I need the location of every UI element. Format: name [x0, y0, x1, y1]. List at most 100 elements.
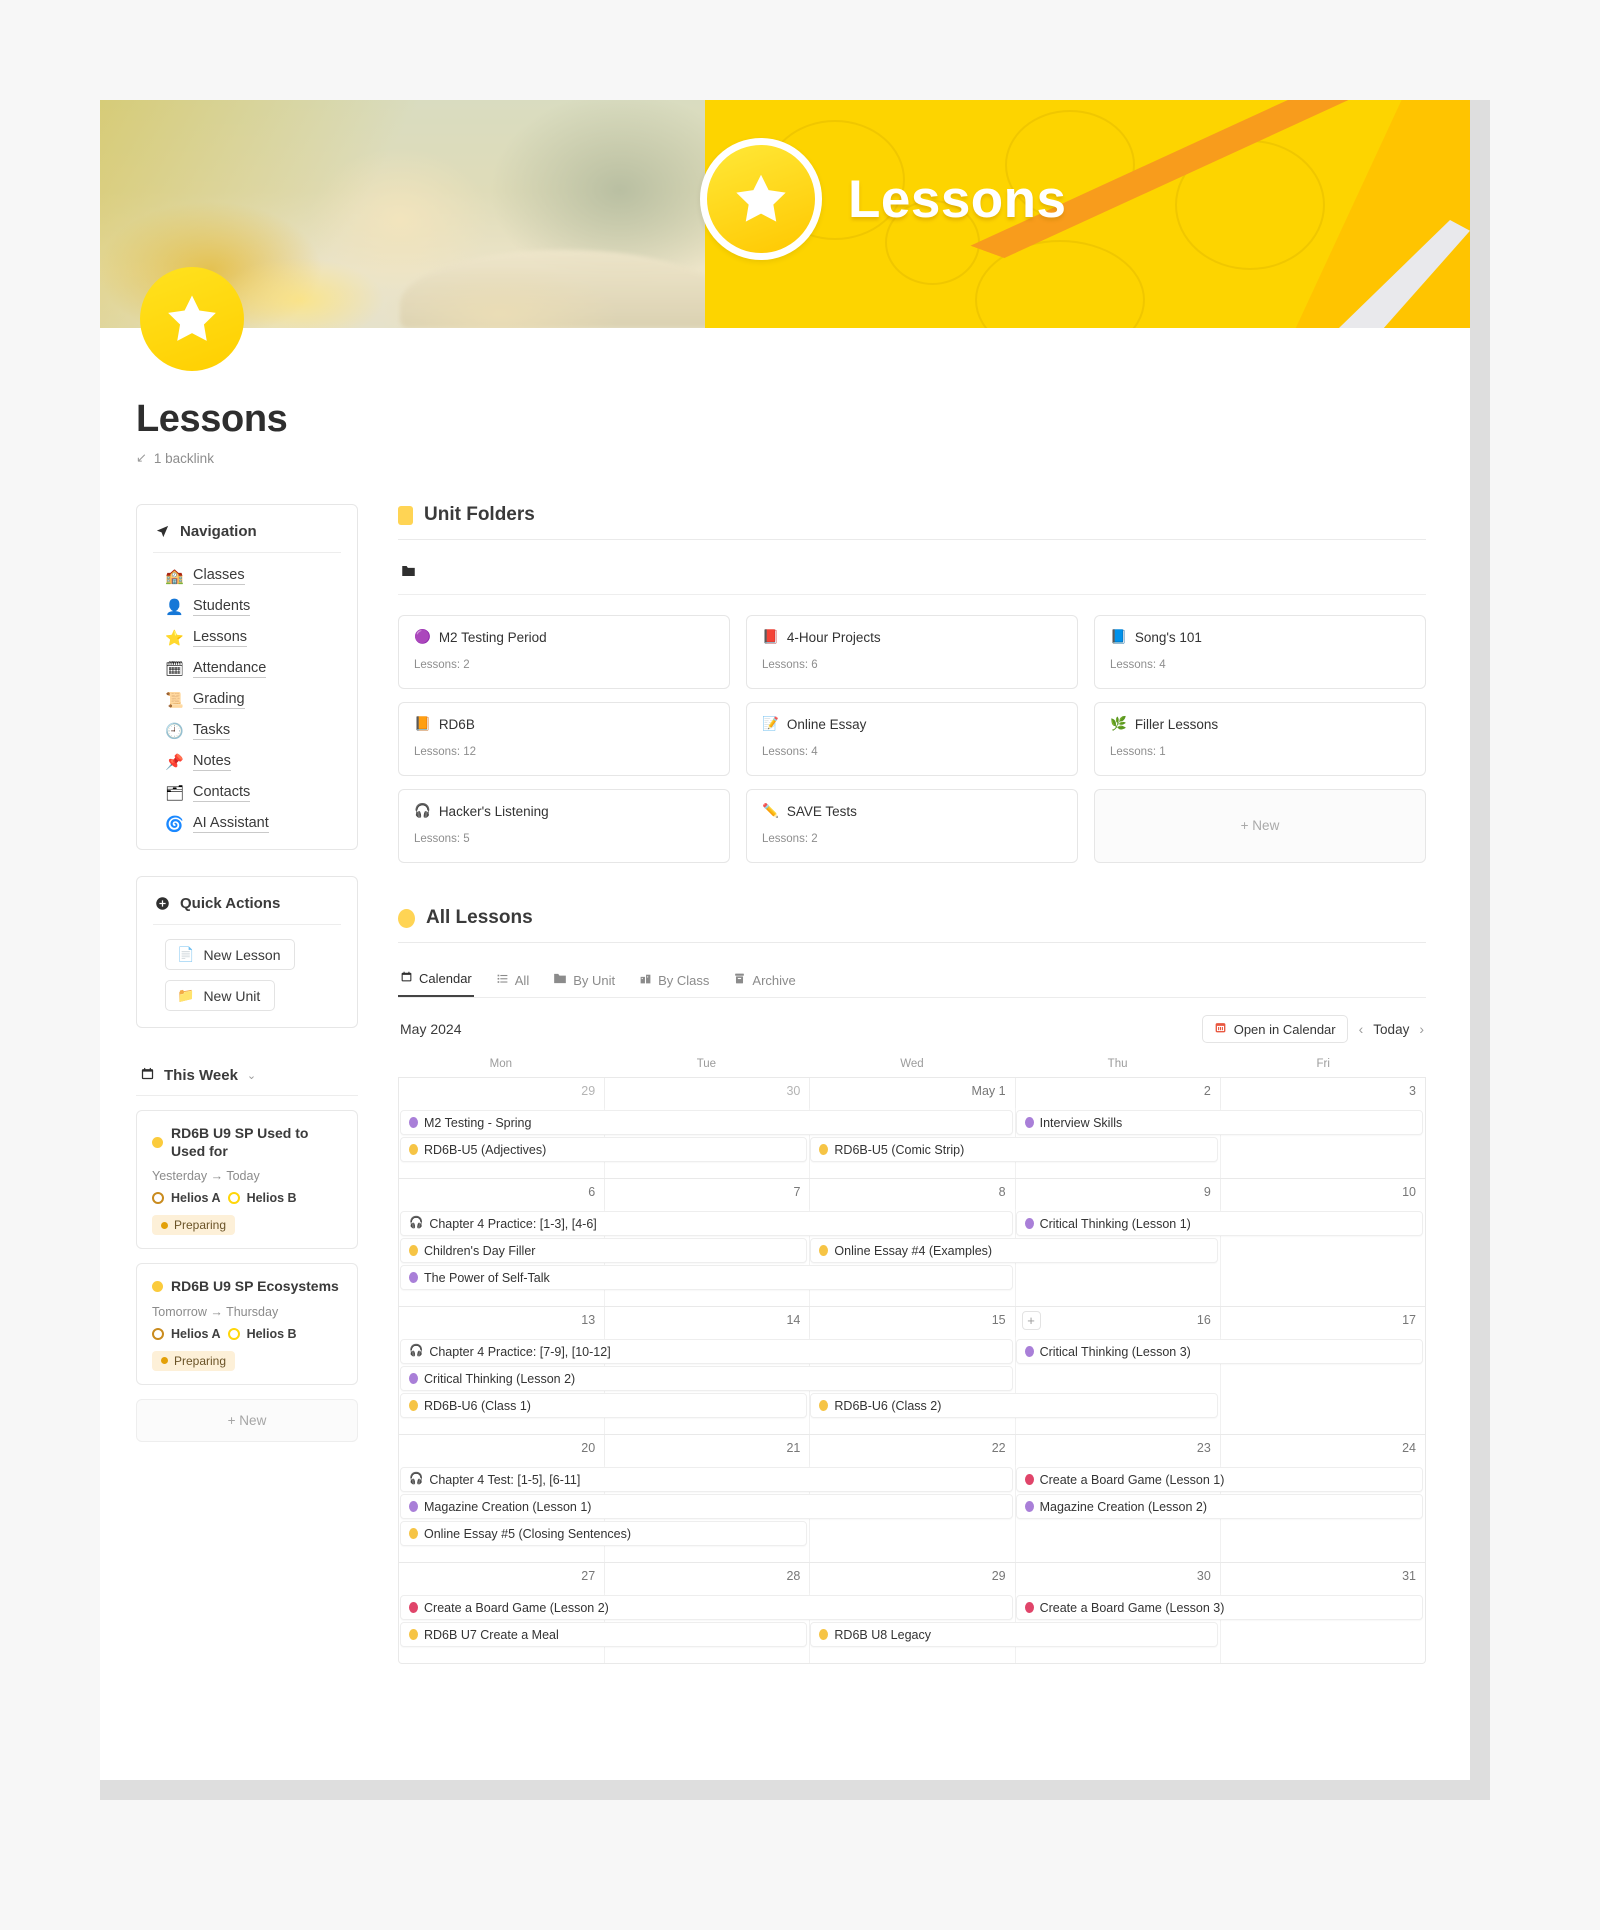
unit-folder-card[interactable]: 📙 RD6B Lessons: 12 — [398, 702, 730, 776]
calendar-day-cell[interactable]: 23 — [1014, 1435, 1220, 1465]
calendar-day-cell[interactable]: 7 — [604, 1179, 809, 1209]
event-color-dot — [409, 1400, 418, 1411]
calendar-event[interactable]: RD6B U7 Create a Meal — [400, 1622, 808, 1647]
calendar-day-cell[interactable]: 2 — [1014, 1078, 1220, 1108]
new-unit-folder-button[interactable]: + New — [1094, 789, 1426, 863]
calendar-day-cell[interactable]: 29 — [399, 1078, 604, 1108]
calendar-event[interactable]: 🎧 Chapter 4 Practice: [1-3], [4-6] — [400, 1211, 1013, 1236]
this-week-heading[interactable]: This Week ⌄ — [136, 1066, 358, 1096]
calendar-day-cell[interactable]: 15 — [809, 1307, 1014, 1337]
open-in-calendar-button[interactable]: Open in Calendar — [1201, 1015, 1348, 1043]
new-unit-button[interactable]: 📁 New Unit — [165, 980, 276, 1011]
calendar-event[interactable]: Online Essay #4 (Examples) — [810, 1238, 1218, 1263]
calendar-event[interactable]: The Power of Self-Talk — [400, 1265, 1013, 1290]
calendar-day-cell[interactable]: 24 — [1219, 1435, 1425, 1465]
calendar-event[interactable]: Interview Skills — [1015, 1110, 1423, 1135]
sidebar-item-students[interactable]: 👤 Students — [165, 598, 341, 616]
tab-by-unit[interactable]: By Unit — [551, 967, 617, 997]
tab-calendar[interactable]: Calendar — [398, 965, 474, 997]
calendar-event[interactable]: Create a Board Game (Lesson 2) — [400, 1595, 1013, 1620]
calendar-weeks: 29 30 May 1 2 3 M2 Testing - Spring Interview … — [398, 1077, 1426, 1664]
tab-by-class[interactable]: By Class — [637, 967, 711, 997]
calendar-event[interactable]: Magazine Creation (Lesson 2) — [1015, 1494, 1423, 1519]
unit-folder-card[interactable]: 📝 Online Essay Lessons: 4 — [746, 702, 1078, 776]
calendar-day-cell[interactable]: 8 — [809, 1179, 1014, 1209]
add-event-icon[interactable]: + — [1021, 1311, 1041, 1330]
calendar-day-cell[interactable]: 3 — [1219, 1078, 1425, 1108]
this-week-card[interactable]: RD6B U9 SP Ecosystems Tomorrow → Thursda… — [136, 1263, 358, 1385]
calendar-event[interactable]: Critical Thinking (Lesson 3) — [1015, 1339, 1423, 1364]
calendar-day-cell[interactable]: 13 — [399, 1307, 604, 1337]
calendar-event[interactable]: Create a Board Game (Lesson 1) — [1015, 1467, 1423, 1492]
tab-all[interactable]: All — [494, 967, 531, 997]
calendar-event[interactable]: 🎧 Chapter 4 Practice: [7-9], [10-12] — [400, 1339, 1013, 1364]
calendar-day-cell[interactable]: 28 — [604, 1563, 809, 1593]
page-icon-star[interactable] — [140, 267, 244, 371]
calendar-day-cell[interactable]: 17 — [1219, 1307, 1425, 1337]
calendar-event[interactable]: RD6B-U6 (Class 1) — [400, 1393, 808, 1418]
unit-folder-card[interactable]: 🟣 M2 Testing Period Lessons: 2 — [398, 615, 730, 689]
calendar-day-cell[interactable]: 14 — [604, 1307, 809, 1337]
calendar-day-cell[interactable]: 30 — [604, 1078, 809, 1108]
calendar-day-cell[interactable]: 20 — [399, 1435, 604, 1465]
calendar-event[interactable]: Critical Thinking (Lesson 2) — [400, 1366, 1013, 1391]
unit-folder-card[interactable]: ✏️ SAVE Tests Lessons: 2 — [746, 789, 1078, 863]
event-color-dot — [1024, 1218, 1034, 1229]
this-week-card[interactable]: RD6B U9 SP Used to Used for Yesterday → … — [136, 1110, 358, 1249]
unit-folder-card[interactable]: 🌿 Filler Lessons Lessons: 1 — [1094, 702, 1426, 776]
sidebar-item-notes[interactable]: 📌 Notes — [165, 753, 341, 771]
sidebar-item-tasks[interactable]: 🕘 Tasks — [165, 722, 341, 740]
calendar-day-cell[interactable]: 9 — [1014, 1179, 1220, 1209]
chevron-left-icon[interactable]: ‹ — [1359, 1021, 1364, 1037]
new-lesson-button[interactable]: 📄 New Lesson — [165, 939, 296, 970]
calendar-event[interactable]: Critical Thinking (Lesson 1) — [1015, 1211, 1423, 1236]
sidebar-item-ai-assistant[interactable]: 🌀 AI Assistant — [165, 815, 341, 833]
calendar-day-cell[interactable]: 6 — [399, 1179, 604, 1209]
calendar-event[interactable]: Create a Board Game (Lesson 3) — [1015, 1595, 1423, 1620]
chevron-right-icon[interactable]: › — [1419, 1021, 1424, 1037]
calendar-day-cell[interactable]: May 1 — [809, 1078, 1014, 1108]
backlink[interactable]: ↙ 1 backlink — [136, 450, 1470, 466]
calendar-day-cell[interactable]: 30 — [1014, 1563, 1220, 1593]
calendar-day-cell[interactable]: 27 — [399, 1563, 604, 1593]
calendar-day-cell[interactable]: 22 — [809, 1435, 1014, 1465]
calendar-event[interactable]: Children's Day Filler — [400, 1238, 808, 1263]
calendar-event[interactable]: M2 Testing - Spring — [400, 1110, 1013, 1135]
unit-folder-card[interactable]: 📕 4-Hour Projects Lessons: 6 — [746, 615, 1078, 689]
unit-folders-toolbar[interactable] — [398, 562, 1426, 595]
folder-icon[interactable] — [401, 565, 416, 582]
lesson-card-title-row: RD6B U9 SP Ecosystems — [152, 1278, 342, 1296]
sidebar-item-attendance[interactable]: 🗓 Attendance — [165, 660, 341, 678]
plus-circle-icon — [155, 896, 170, 911]
unit-folder-card[interactable]: 🎧 Hacker's Listening Lessons: 5 — [398, 789, 730, 863]
page-cover-banner: Lessons — [100, 100, 1470, 328]
calendar-event[interactable]: Online Essay #5 (Closing Sentences) — [400, 1521, 808, 1546]
folder-emoji-icon: 🟣 — [414, 629, 431, 644]
calendar-day-cell[interactable]: +16 — [1014, 1307, 1220, 1337]
sidebar-item-contacts[interactable]: 🗂 Contacts — [165, 784, 341, 802]
sidebar-item-grading[interactable]: 📜 Grading — [165, 691, 341, 709]
lesson-card-title-row: RD6B U9 SP Used to Used for — [152, 1125, 342, 1160]
unit-folder-card[interactable]: 📘 Song's 101 Lessons: 4 — [1094, 615, 1426, 689]
calendar-day-number: 22 — [991, 1441, 1006, 1455]
calendar-day-cell[interactable]: 10 — [1219, 1179, 1425, 1209]
unit-folder-name-row: 🌿 Filler Lessons — [1110, 716, 1410, 732]
calendar-event[interactable]: RD6B U8 Legacy — [810, 1622, 1218, 1647]
today-button[interactable]: Today — [1373, 1022, 1409, 1037]
sidebar-item-lessons[interactable]: ⭐ Lessons — [165, 629, 341, 647]
this-week-new-button[interactable]: + New — [136, 1398, 358, 1442]
sidebar-item-classes[interactable]: 🏫 Classes — [165, 567, 341, 585]
calendar-event[interactable]: Magazine Creation (Lesson 1) — [400, 1494, 1013, 1519]
unit-folder-name: Song's 101 — [1134, 629, 1202, 645]
calendar-event[interactable]: 🎧 Chapter 4 Test: [1-5], [6-11] — [400, 1467, 1013, 1492]
calendar-day-cell[interactable]: 31 — [1219, 1563, 1425, 1593]
calendar-event[interactable]: RD6B-U5 (Comic Strip) — [810, 1137, 1218, 1162]
calendar-event[interactable]: RD6B-U5 (Adjectives) — [400, 1137, 808, 1162]
folder-emoji-icon: 📘 — [1110, 629, 1127, 644]
unit-folders-grid: 🟣 M2 Testing Period Lessons: 2 📕 4-Hour … — [398, 615, 1426, 863]
calendar-event[interactable]: RD6B-U6 (Class 2) — [810, 1393, 1218, 1418]
chevron-down-icon[interactable]: ⌄ — [247, 1069, 256, 1082]
calendar-day-cell[interactable]: 29 — [809, 1563, 1014, 1593]
tab-archive[interactable]: Archive — [731, 967, 797, 997]
calendar-day-cell[interactable]: 21 — [604, 1435, 809, 1465]
